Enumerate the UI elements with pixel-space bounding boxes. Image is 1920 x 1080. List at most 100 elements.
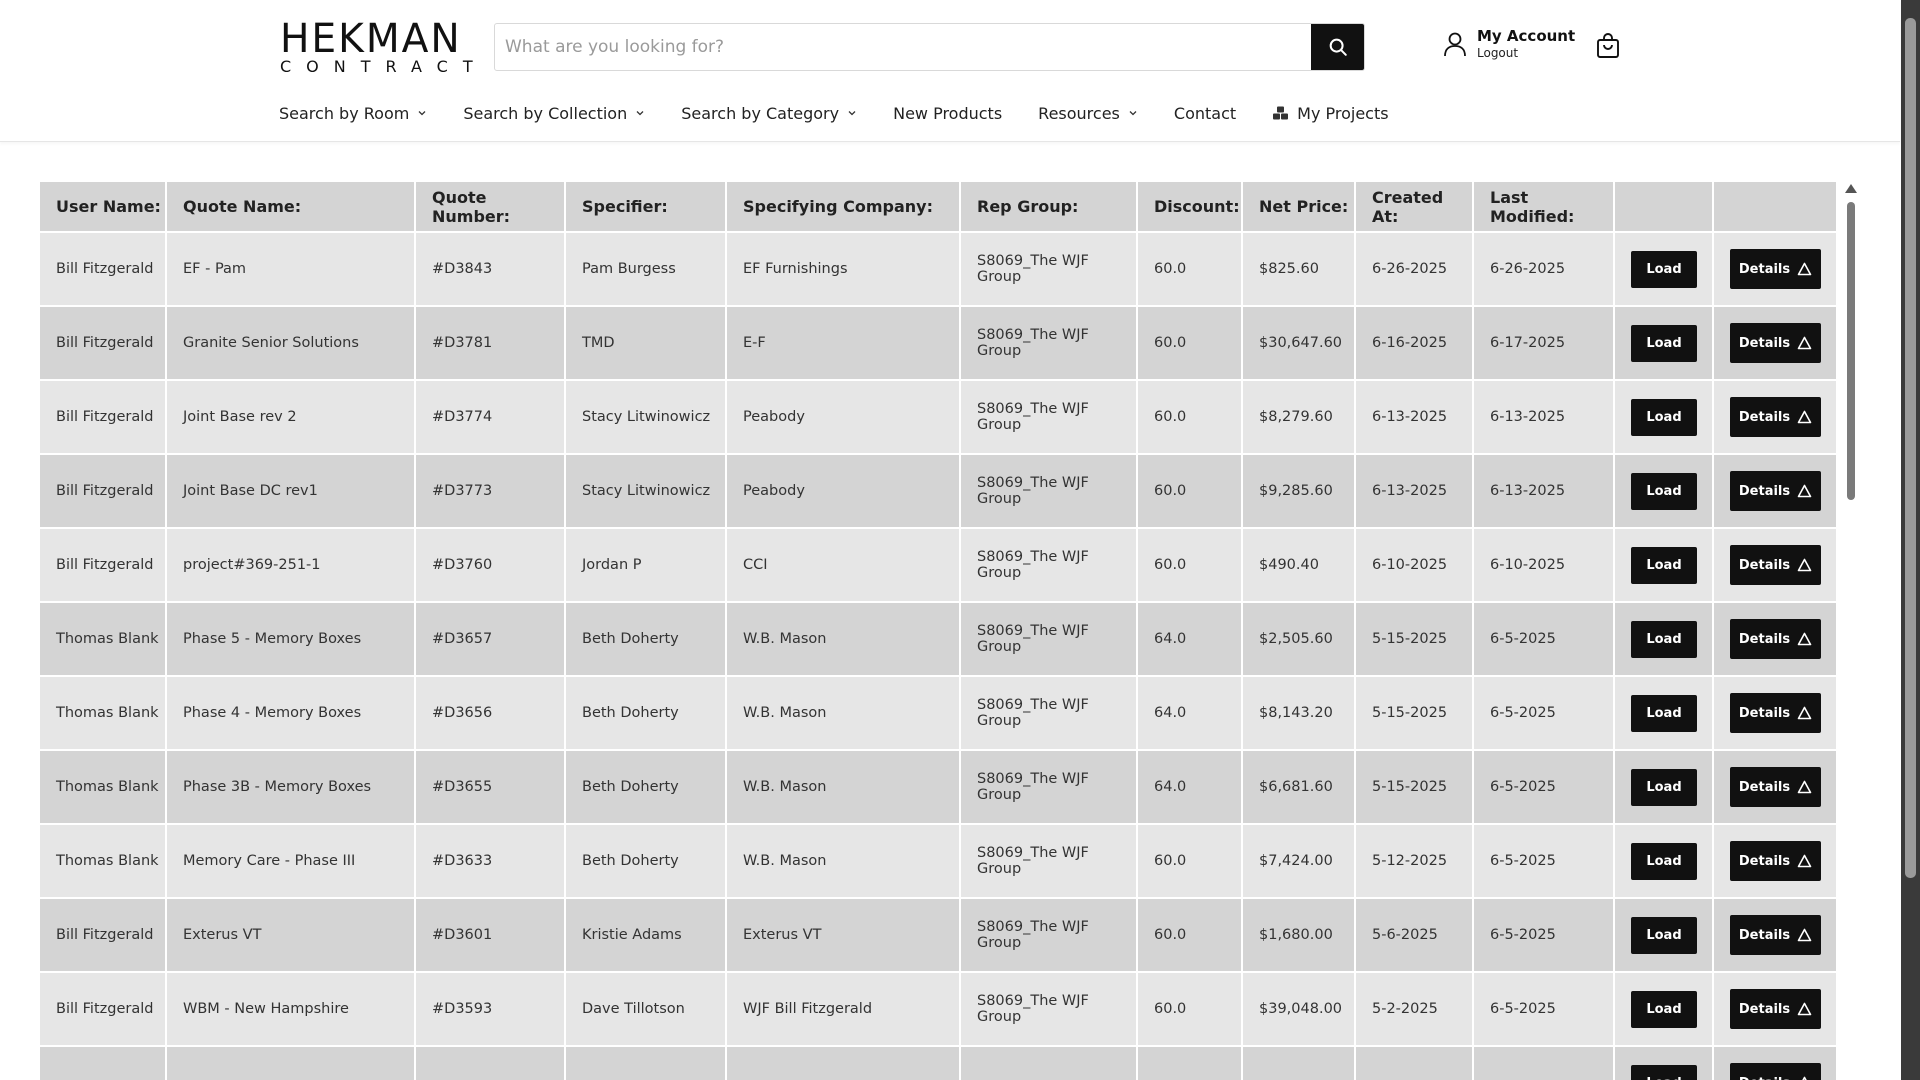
load-button[interactable]: Load <box>1631 990 1697 1028</box>
table-cell: 6-5-2025 <box>1473 750 1615 825</box>
table-cell: Peabody <box>726 454 961 529</box>
load-button[interactable]: Load <box>1631 398 1697 436</box>
table-cell: Beth Doherty <box>565 602 727 677</box>
search-button[interactable] <box>1311 24 1364 70</box>
nav-item-label: Search by Category <box>681 103 840 123</box>
triangle-up-icon <box>1797 632 1812 646</box>
details-button-label: Details <box>1738 927 1791 943</box>
table-row: Load Details <box>40 1046 1837 1080</box>
details-button[interactable]: Details <box>1730 841 1821 881</box>
details-button[interactable]: Details <box>1730 471 1821 511</box>
nav-item-label: My Projects <box>1297 103 1389 123</box>
my-account-label[interactable]: My Account <box>1477 27 1575 45</box>
table-cell: $1,680.00 <box>1242 898 1356 973</box>
scroll-up-arrow-icon[interactable] <box>1845 184 1857 193</box>
load-button[interactable]: Load <box>1631 250 1697 288</box>
load-button[interactable]: Load <box>1631 768 1697 806</box>
table-cell: WBM - New Hampshire <box>166 972 416 1047</box>
table-row: Bill Fitzgerald Granite Senior Solutions #… <box>40 306 1837 381</box>
load-cell: Load <box>1614 380 1714 455</box>
table-cell: Thomas Blank <box>40 676 167 751</box>
details-button[interactable]: Details <box>1730 545 1821 585</box>
details-button-label: Details <box>1738 779 1791 795</box>
table-cell: Kristie Adams <box>565 898 727 973</box>
nav-new-products[interactable]: New Products <box>893 104 1002 123</box>
load-cell: Load <box>1614 972 1714 1047</box>
nav-search-by-collection[interactable]: Search by Collection <box>463 104 645 123</box>
table-row: Thomas Blank Phase 3B - Memory Boxes #D365… <box>40 750 1837 825</box>
table-cell <box>40 1046 167 1080</box>
page-scrollbar[interactable] <box>1901 0 1920 1080</box>
table-cell: 60.0 <box>1137 232 1243 307</box>
details-button[interactable]: Details <box>1730 323 1821 363</box>
quotes-table-container: User Name: Quote Name: Quote Number: Specif… <box>40 182 1837 1080</box>
page-scrollbar-thumb[interactable] <box>1905 18 1916 878</box>
load-button[interactable]: Load <box>1631 694 1697 732</box>
nav-item-label: Resources <box>1038 103 1120 123</box>
search-input[interactable] <box>495 24 1311 70</box>
table-cell: W.B. Mason <box>726 824 961 899</box>
table-cell: 6-17-2025 <box>1473 306 1615 381</box>
details-button[interactable]: Details <box>1730 767 1821 807</box>
triangle-up-icon <box>1802 1076 1807 1080</box>
table-cell: WJF Bill Fitzgerald <box>726 972 961 1047</box>
table-cell: EF - Pam <box>166 232 416 307</box>
logout-link[interactable]: Logout <box>1477 46 1575 60</box>
table-cell: Joint Base rev 2 <box>166 380 416 455</box>
table-cell: W.B. Mason <box>726 750 961 825</box>
details-button-label: Details <box>1738 705 1791 721</box>
table-cell: 6-13-2025 <box>1473 380 1615 455</box>
load-button[interactable]: Load <box>1631 324 1697 362</box>
table-cell <box>726 1046 961 1080</box>
nav-resources[interactable]: Resources <box>1038 104 1138 123</box>
details-cell: Details <box>1713 1046 1837 1080</box>
column-header <box>1713 182 1837 233</box>
details-button[interactable]: Details <box>1730 397 1821 437</box>
load-button[interactable]: Load <box>1631 472 1697 510</box>
table-cell: Phase 3B - Memory Boxes <box>166 750 416 825</box>
details-cell: Details <box>1713 898 1837 973</box>
nav-my-projects[interactable]: My Projects <box>1272 103 1389 123</box>
table-cell: 6-26-2025 <box>1355 232 1474 307</box>
table-row: Bill Fitzgerald EF - Pam #D3843 Pam Burgess… <box>40 232 1837 307</box>
table-cell: Bill Fitzgerald <box>40 454 167 529</box>
table-cell: #D3593 <box>415 972 566 1047</box>
load-button[interactable]: Load <box>1631 546 1697 584</box>
load-button[interactable]: Load <box>1631 1064 1697 1080</box>
table-cell: 60.0 <box>1137 306 1243 381</box>
details-button[interactable]: Details <box>1730 619 1821 659</box>
load-button[interactable]: Load <box>1631 842 1697 880</box>
nav-item-label: Search by Room <box>279 103 410 123</box>
details-button[interactable]: Details <box>1730 249 1821 289</box>
details-cell: Details <box>1713 232 1837 307</box>
table-cell: Exterus VT <box>166 898 416 973</box>
nav-contact[interactable]: Contact <box>1174 104 1236 123</box>
table-cell: S8069_The WJF Group <box>960 750 1138 825</box>
load-button[interactable]: Load <box>1631 916 1697 954</box>
boxes-icon <box>1273 106 1289 119</box>
details-button[interactable]: Details <box>1730 989 1821 1029</box>
table-cell: #D3657 <box>415 602 566 677</box>
nav-search-by-category[interactable]: Search by Category <box>681 104 857 123</box>
table-cell: 5-2-2025 <box>1355 972 1474 1047</box>
table-cell <box>1137 1046 1243 1080</box>
details-button[interactable]: Details <box>1730 915 1821 955</box>
details-button[interactable]: Details <box>1730 1063 1821 1080</box>
triangle-up-icon <box>1797 780 1812 794</box>
table-cell: 6-13-2025 <box>1355 380 1474 455</box>
load-cell: Load <box>1614 602 1714 677</box>
table-scrollbar-thumb[interactable] <box>1847 202 1855 500</box>
my-account-link[interactable]: My Account Logout <box>1443 27 1575 60</box>
details-cell: Details <box>1713 676 1837 751</box>
nav-item-label: New Products <box>893 103 1003 123</box>
cart-button[interactable] <box>1595 33 1621 63</box>
table-cell: Exterus VT <box>726 898 961 973</box>
load-button[interactable]: Load <box>1631 620 1697 658</box>
table-scrollbar[interactable] <box>1844 182 1858 1080</box>
details-button[interactable]: Details <box>1730 693 1821 733</box>
table-cell: 60.0 <box>1137 898 1243 973</box>
nav-search-by-room[interactable]: Search by Room <box>279 104 427 123</box>
hekman-contract-logo[interactable]: HEKMAN CONTRACT <box>280 19 473 76</box>
table-cell: 6-10-2025 <box>1473 528 1615 603</box>
chevron-down-icon <box>418 111 426 116</box>
